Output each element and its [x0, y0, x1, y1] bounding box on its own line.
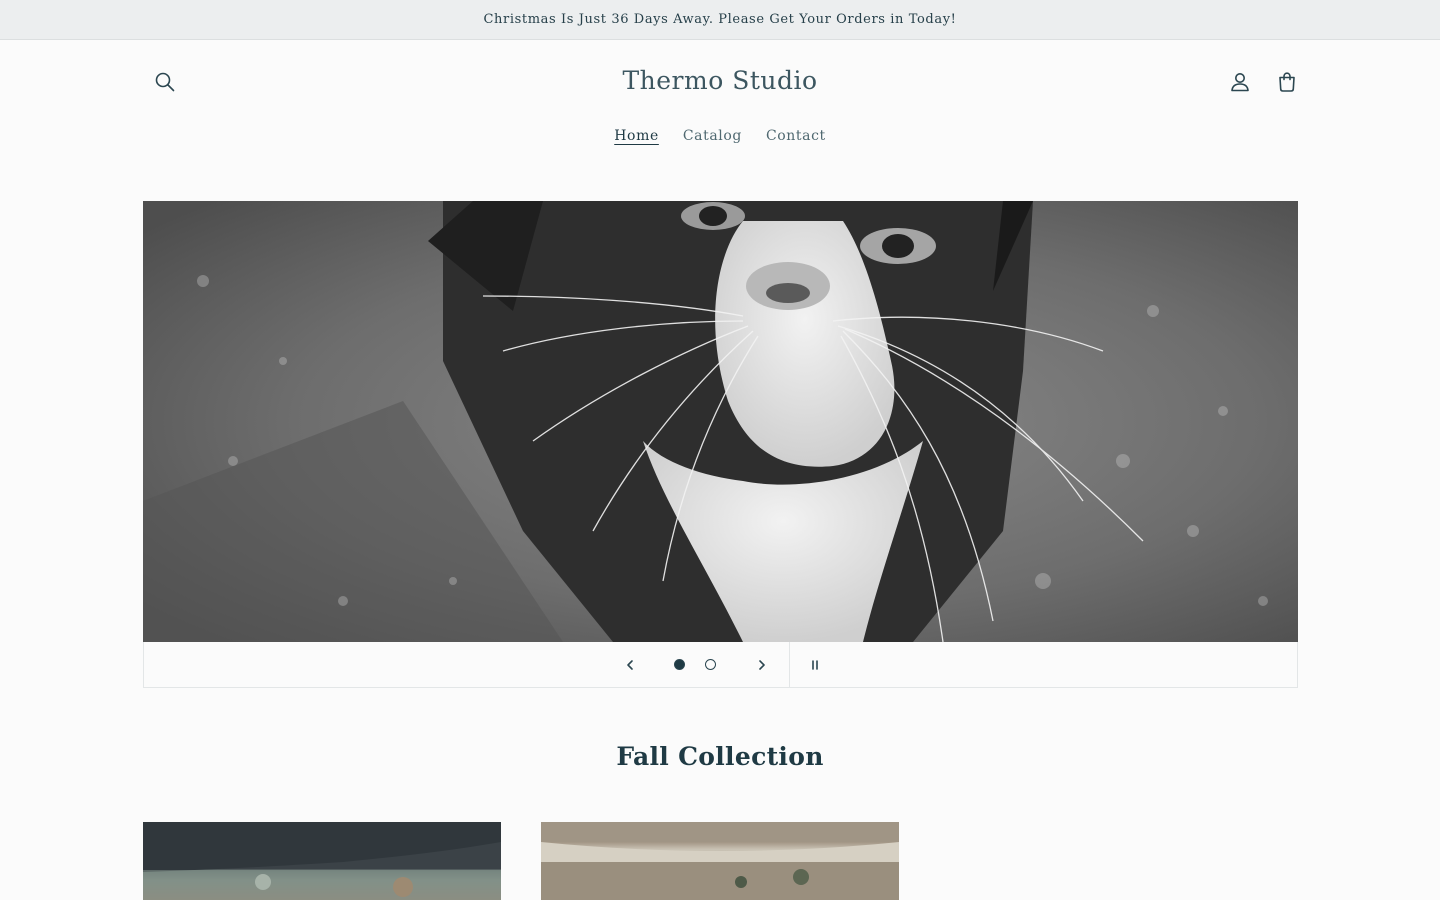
hero-slide-image [143, 201, 1298, 642]
cart-button[interactable] [1265, 60, 1309, 104]
collection-title: Fall Collection [616, 742, 824, 771]
hero-slideshow [143, 201, 1298, 642]
site-header: Thermo Studio Home Catalog Contact [0, 40, 1440, 180]
announcement-text: Christmas Is Just 36 Days Away. Please G… [483, 12, 957, 27]
pause-icon [812, 659, 818, 670]
product-image [143, 822, 501, 900]
chevron-right-icon [759, 659, 765, 670]
product-card-image[interactable] [541, 822, 899, 900]
nav-link-home[interactable]: Home [614, 128, 659, 144]
slideshow-controls [143, 642, 1298, 688]
cart-icon [1279, 72, 1295, 92]
main-nav: Home Catalog Contact [0, 128, 1440, 144]
controls-divider [789, 642, 790, 687]
account-button[interactable] [1218, 60, 1262, 104]
slide-dot-1[interactable] [674, 659, 685, 670]
nav-link-catalog[interactable]: Catalog [683, 128, 742, 144]
slide-dot-2[interactable] [705, 659, 716, 670]
account-icon [1231, 73, 1249, 92]
product-image [541, 822, 899, 900]
next-slide-button[interactable] [744, 642, 780, 687]
announcement-bar: Christmas Is Just 36 Days Away. Please G… [0, 0, 1440, 40]
previous-slide-button[interactable] [612, 642, 648, 687]
nav-link-contact[interactable]: Contact [766, 128, 826, 144]
chevron-left-icon [627, 659, 633, 670]
pause-slideshow-button[interactable] [800, 642, 830, 687]
product-card-image[interactable] [143, 822, 501, 900]
